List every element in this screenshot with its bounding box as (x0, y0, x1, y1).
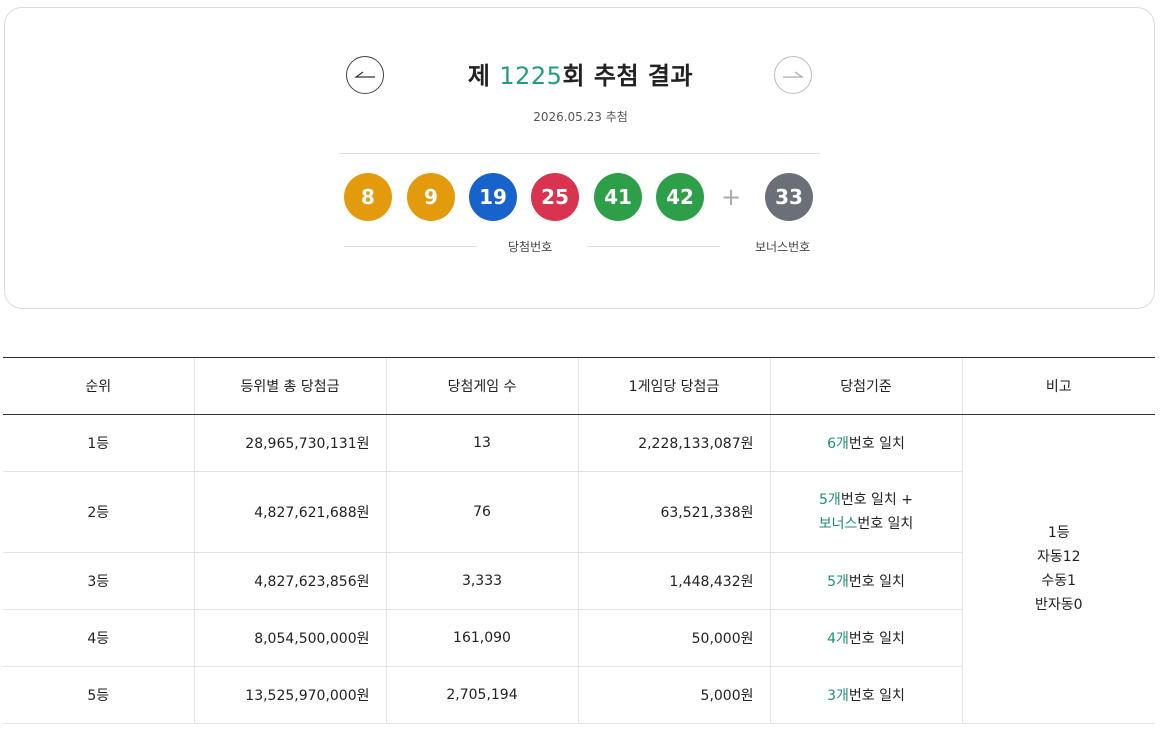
table-row: 1등 28,965,730,131원 13 2,228,133,087원 6개번… (3, 414, 1155, 724)
column-header-winner-count: 당첨게임 수 (385, 357, 578, 415)
prize-per-game-cell: 5,000원 (577, 666, 770, 724)
note-line: 반자동0 (1034, 597, 1083, 613)
prize-per-game-cell: 1,448,432원 (577, 552, 770, 610)
winner-count-cell: 76 (385, 471, 578, 553)
criteria-text: 번호 일치 (848, 631, 905, 647)
winning-number-ball: 25 (531, 173, 579, 221)
rank-cell: 2등 (3, 471, 194, 553)
note-cell: 1등 자동12 수동1 반자동0 (961, 414, 1155, 724)
total-prize-cell: 13,525,970,000원 (193, 666, 386, 724)
prize-table: 순위 등위별 총 당첨금 당첨게임 수 1게임당 당첨금 당첨기준 비고 1등 … (3, 357, 1155, 724)
column-header-criteria: 당첨기준 (769, 357, 962, 415)
table-header-row: 순위 등위별 총 당첨금 당첨게임 수 1게임당 당첨금 당첨기준 비고 (3, 357, 1155, 415)
rank-cell: 1등 (3, 414, 194, 472)
criteria-cell: 5개번호 일치 + 보너스번호 일치 (769, 471, 962, 553)
criteria-cell: 5개번호 일치 (769, 552, 962, 610)
total-prize-cell: 28,965,730,131원 (193, 414, 386, 472)
divider (587, 246, 720, 247)
prize-per-game-cell: 50,000원 (577, 609, 770, 667)
criteria-cell: 6개번호 일치 (769, 414, 962, 472)
column-header-note: 비고 (961, 357, 1155, 415)
round-number: 1225 (499, 62, 563, 90)
winning-number-ball: 41 (594, 173, 642, 221)
column-header-prize-per-game: 1게임당 당첨금 (577, 357, 770, 415)
total-prize-cell: 8,054,500,000원 (193, 609, 386, 667)
rank-cell: 5등 (3, 666, 194, 724)
column-header-total-prize: 등위별 총 당첨금 (193, 357, 386, 415)
criteria-line: 보너스번호 일치 (771, 512, 962, 536)
rank-cell: 4등 (3, 609, 194, 667)
next-round-button[interactable] (774, 56, 812, 94)
criteria-bonus: 보너스 (818, 516, 858, 532)
criteria-text: 번호 일치 + (840, 492, 913, 508)
note-line: 1등 (1047, 525, 1070, 541)
criteria-count: 5개 (819, 492, 841, 508)
bonus-number-ball: 33 (765, 173, 813, 221)
criteria-text: 번호 일치 (848, 688, 905, 704)
criteria-cell: 3개번호 일치 (769, 666, 962, 724)
criteria-text: 번호 일치 (848, 574, 905, 590)
criteria-count: 6개 (827, 436, 849, 452)
winning-number-ball: 42 (656, 173, 704, 221)
bonus-number-label: 보너스번호 (755, 240, 811, 254)
arrow-right-icon (783, 71, 804, 78)
rank-cell: 3등 (3, 552, 194, 610)
winner-count-cell: 2,705,194 (385, 666, 578, 724)
criteria-text: 번호 일치 (857, 516, 914, 532)
criteria-count: 5개 (827, 574, 849, 590)
winner-count-cell: 3,333 (385, 552, 578, 610)
winning-number-ball: 8 (344, 173, 392, 221)
criteria-cell: 4개번호 일치 (769, 609, 962, 667)
column-header-rank: 순위 (3, 357, 194, 415)
total-prize-cell: 4,827,623,856원 (193, 552, 386, 610)
criteria-line: 5개번호 일치 + (771, 488, 962, 512)
note-line: 자동12 (1036, 549, 1081, 565)
criteria-text: 번호 일치 (848, 436, 905, 452)
title-prefix: 제 (467, 62, 500, 90)
criteria-count: 3개 (827, 688, 849, 704)
draw-result-card: 제 1225회 추첨 결과 2026.05.23 추첨 8 9 19 25 41… (4, 7, 1155, 309)
divider (344, 246, 477, 247)
page-title: 제 1225회 추첨 결과 (5, 56, 1156, 91)
prize-per-game-cell: 2,228,133,087원 (577, 414, 770, 472)
note-line: 수동1 (1041, 573, 1077, 589)
total-prize-cell: 4,827,621,688원 (193, 471, 386, 553)
criteria-count: 4개 (827, 631, 849, 647)
winning-number-ball: 19 (469, 173, 517, 221)
divider (339, 153, 820, 154)
draw-date: 2026.05.23 추첨 (533, 110, 628, 124)
title-suffix: 회 추첨 결과 (562, 62, 694, 90)
plus-sign: + (721, 183, 742, 211)
prize-per-game-cell: 63,521,338원 (577, 471, 770, 553)
winning-numbers-label: 당첨번호 (508, 240, 553, 254)
winning-number-ball: 9 (407, 173, 455, 221)
winner-count-cell: 161,090 (385, 609, 578, 667)
winner-count-cell: 13 (385, 414, 578, 472)
